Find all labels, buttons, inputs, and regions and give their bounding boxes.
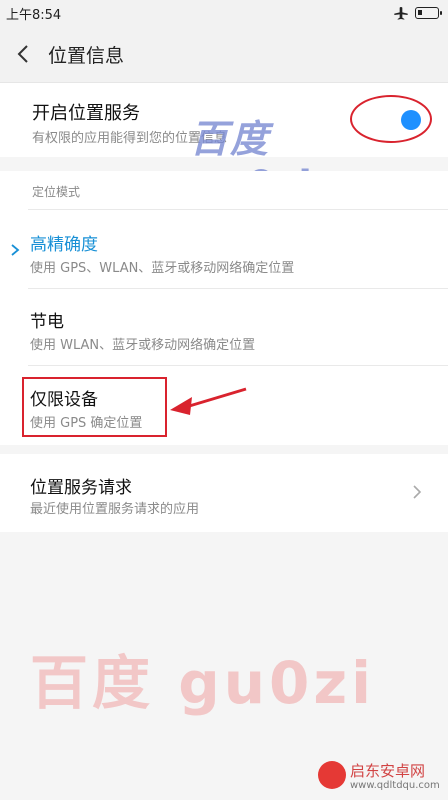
mode-option-title: 节电 <box>30 312 64 332</box>
location-requests-row[interactable]: 位置服务请求 最近使用位置服务请求的应用 <box>0 454 448 532</box>
location-requests-title: 位置服务请求 <box>30 478 132 498</box>
mode-option-high-accuracy[interactable]: 高精确度 使用 GPS、WLAN、蓝牙或移动网络确定位置 <box>0 211 448 287</box>
airplane-mode-icon <box>394 7 408 20</box>
app-bar: 位置信息 <box>0 26 448 83</box>
page-title: 位置信息 <box>48 45 125 67</box>
watermark-top: 百度 gu0zi <box>190 108 400 209</box>
mode-option-title: 高精确度 <box>30 235 98 255</box>
location-service-title: 开启位置服务 <box>32 103 140 124</box>
annotation-box <box>22 377 167 437</box>
watermark-corner-url: www.qdltdqu.com <box>350 780 440 791</box>
watermark-logo-icon <box>318 761 346 789</box>
location-requests-subtitle: 最近使用位置服务请求的应用 <box>30 502 200 517</box>
locating-mode-section: 定位模式 高精确度 使用 GPS、WLAN、蓝牙或移动网络确定位置 节电 使用 … <box>0 171 448 445</box>
mode-option-subtitle: 使用 WLAN、蓝牙或移动网络确定位置 <box>30 338 256 353</box>
back-arrow-icon[interactable] <box>12 42 36 66</box>
chevron-right-icon <box>413 485 422 499</box>
annotation-arrow-icon <box>170 387 247 415</box>
selected-chevron-icon <box>11 244 20 256</box>
locating-mode-label: 定位模式 <box>32 185 81 199</box>
watermark-corner-title: 启东安卓网 <box>350 762 426 780</box>
divider <box>28 209 448 210</box>
mode-option-battery-saving[interactable]: 节电 使用 WLAN、蓝牙或移动网络确定位置 <box>0 288 448 364</box>
watermark-big: 百度 gu0zi <box>30 649 375 717</box>
watermark-corner: 启东安卓网 www.qdltdqu.com <box>318 758 442 796</box>
battery-icon <box>415 7 442 19</box>
status-bar: 上午8:54 <box>0 0 448 26</box>
watermark-top-cursive: 百度 <box>190 117 271 161</box>
mode-option-subtitle: 使用 GPS、WLAN、蓝牙或移动网络确定位置 <box>30 261 295 276</box>
status-time: 上午8:54 <box>6 8 62 23</box>
